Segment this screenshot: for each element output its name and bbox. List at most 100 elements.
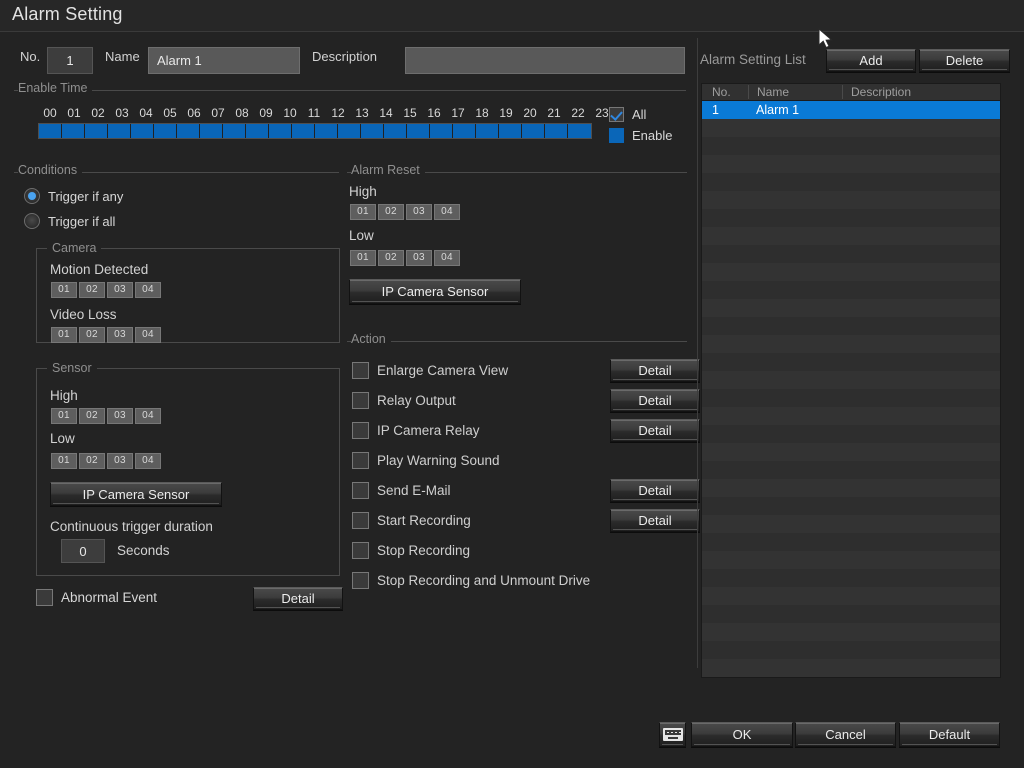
hour-cell[interactable]: [108, 124, 131, 138]
hour-cell[interactable]: [407, 124, 430, 138]
sensor-high-chip[interactable]: 01: [51, 408, 77, 424]
table-row-empty[interactable]: [702, 407, 1000, 425]
hour-cell[interactable]: [522, 124, 545, 138]
table-row-empty[interactable]: [702, 443, 1000, 461]
radio-trigger-if-all[interactable]: Trigger if all: [24, 213, 115, 229]
table-row-empty[interactable]: [702, 425, 1000, 443]
table-row-empty[interactable]: [702, 551, 1000, 569]
table-row-empty[interactable]: [702, 497, 1000, 515]
sensor-low-chip[interactable]: 04: [135, 453, 161, 469]
table-row-empty[interactable]: [702, 641, 1000, 659]
abnormal-event-row[interactable]: Abnormal Event: [36, 589, 157, 606]
hour-bar[interactable]: [38, 123, 592, 139]
add-button[interactable]: Add: [826, 49, 916, 72]
alarm-reset-low-chip[interactable]: 02: [378, 250, 404, 266]
sensor-low-chips[interactable]: 01 02 03 04: [51, 453, 161, 469]
video-loss-chip[interactable]: 02: [79, 327, 105, 343]
sensor-high-chip[interactable]: 03: [107, 408, 133, 424]
motion-chip[interactable]: 04: [135, 282, 161, 298]
action-checkbox[interactable]: [352, 452, 369, 469]
hour-cell[interactable]: [361, 124, 384, 138]
alarm-reset-ip-camera-sensor-button[interactable]: IP Camera Sensor: [349, 279, 521, 304]
table-row-empty[interactable]: [702, 479, 1000, 497]
name-input[interactable]: Alarm 1: [148, 47, 300, 74]
radio-any-indicator[interactable]: [24, 188, 40, 204]
sensor-low-chip[interactable]: 02: [79, 453, 105, 469]
alarm-reset-high-chip[interactable]: 04: [434, 204, 460, 220]
table-row-empty[interactable]: [702, 245, 1000, 263]
table-row-empty[interactable]: [702, 533, 1000, 551]
hour-cell[interactable]: [292, 124, 315, 138]
alarm-setting-list[interactable]: No. Name Description 1 Alarm 1: [701, 83, 1001, 678]
action-checkbox[interactable]: [352, 482, 369, 499]
sensor-low-chip[interactable]: 03: [107, 453, 133, 469]
table-row-empty[interactable]: [702, 515, 1000, 533]
table-row-empty[interactable]: [702, 389, 1000, 407]
hour-cell[interactable]: [430, 124, 453, 138]
alarm-reset-high-chips[interactable]: 01 02 03 04: [350, 204, 460, 220]
motion-chip[interactable]: 01: [51, 282, 77, 298]
all-checkbox[interactable]: [609, 107, 624, 122]
sensor-low-chip[interactable]: 01: [51, 453, 77, 469]
table-row-empty[interactable]: [702, 263, 1000, 281]
hour-cell[interactable]: [200, 124, 223, 138]
default-button[interactable]: Default: [899, 722, 1000, 747]
table-row-empty[interactable]: [702, 317, 1000, 335]
sensor-ip-camera-sensor-button[interactable]: IP Camera Sensor: [50, 482, 222, 506]
hour-cell[interactable]: [384, 124, 407, 138]
hour-cell[interactable]: [545, 124, 568, 138]
table-row-empty[interactable]: [702, 623, 1000, 641]
action-checkbox[interactable]: [352, 542, 369, 559]
description-input[interactable]: [405, 47, 685, 74]
alarm-reset-high-chip[interactable]: 02: [378, 204, 404, 220]
hour-cell[interactable]: [177, 124, 200, 138]
hour-cell[interactable]: [246, 124, 269, 138]
table-row-empty[interactable]: [702, 461, 1000, 479]
table-row-empty[interactable]: [702, 209, 1000, 227]
motion-chip[interactable]: 03: [107, 282, 133, 298]
radio-all-indicator[interactable]: [24, 213, 40, 229]
alarm-reset-low-chip[interactable]: 04: [434, 250, 460, 266]
table-row-empty[interactable]: [702, 659, 1000, 677]
hour-cell[interactable]: [62, 124, 85, 138]
delete-button[interactable]: Delete: [919, 49, 1010, 72]
list-body[interactable]: 1 Alarm 1: [702, 101, 1000, 677]
sensor-high-chip[interactable]: 02: [79, 408, 105, 424]
hour-cell[interactable]: [315, 124, 338, 138]
video-loss-chips[interactable]: 01 02 03 04: [51, 327, 161, 343]
action-detail-button[interactable]: Detail: [610, 479, 700, 502]
cancel-button[interactable]: Cancel: [795, 722, 896, 747]
table-row-empty[interactable]: [702, 335, 1000, 353]
table-row-empty[interactable]: [702, 299, 1000, 317]
action-checkbox[interactable]: [352, 512, 369, 529]
hour-cell[interactable]: [269, 124, 292, 138]
hour-cell[interactable]: [39, 124, 62, 138]
hour-cell[interactable]: [476, 124, 499, 138]
alarm-reset-low-chips[interactable]: 01 02 03 04: [350, 250, 460, 266]
table-row-empty[interactable]: [702, 173, 1000, 191]
action-checkbox[interactable]: [352, 362, 369, 379]
all-checkbox-row[interactable]: All: [609, 107, 646, 122]
table-row-empty[interactable]: [702, 227, 1000, 245]
abnormal-event-detail-button[interactable]: Detail: [253, 587, 343, 610]
action-checkbox[interactable]: [352, 422, 369, 439]
table-row[interactable]: 1 Alarm 1: [702, 101, 1000, 119]
abnormal-event-checkbox[interactable]: [36, 589, 53, 606]
action-detail-button[interactable]: Detail: [610, 419, 700, 442]
keyboard-button[interactable]: [659, 722, 686, 747]
table-row-empty[interactable]: [702, 191, 1000, 209]
alarm-reset-low-chip[interactable]: 03: [406, 250, 432, 266]
alarm-reset-low-chip[interactable]: 01: [350, 250, 376, 266]
motion-chip[interactable]: 02: [79, 282, 105, 298]
ok-button[interactable]: OK: [691, 722, 793, 747]
action-detail-button[interactable]: Detail: [610, 509, 700, 532]
hour-cell[interactable]: [453, 124, 476, 138]
table-row-empty[interactable]: [702, 605, 1000, 623]
table-row-empty[interactable]: [702, 137, 1000, 155]
duration-input[interactable]: 0: [61, 539, 105, 563]
video-loss-chip[interactable]: 03: [107, 327, 133, 343]
table-row-empty[interactable]: [702, 281, 1000, 299]
action-checkbox[interactable]: [352, 392, 369, 409]
hour-cell[interactable]: [131, 124, 154, 138]
hour-cell[interactable]: [568, 124, 591, 138]
